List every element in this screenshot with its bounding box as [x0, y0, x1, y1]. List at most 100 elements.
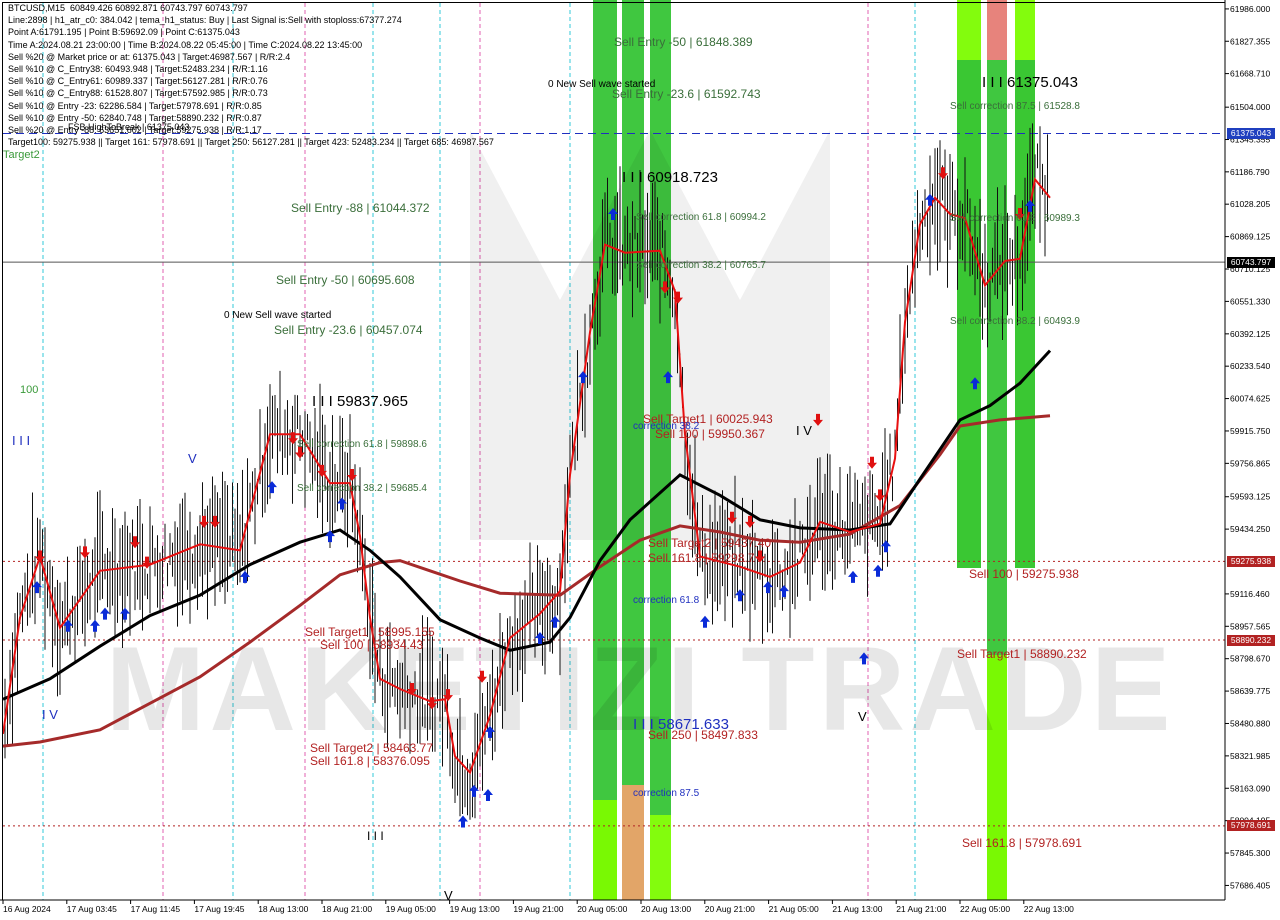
buy-arrow-icon: [120, 607, 130, 620]
price-tick-label: 60392.125: [1230, 329, 1270, 339]
zone-band: [650, 815, 671, 900]
chart-annotation: Sell 100 | 59275.938: [969, 567, 1079, 581]
chart-annotation: I I I: [12, 433, 30, 448]
price-tick-label: 58321.985: [1230, 751, 1270, 761]
chart-annotation: I I I 61375.043: [982, 74, 1078, 91]
chart-annotation: correction 87.5: [633, 788, 700, 799]
info-line: Target100: 59275.938 || Target 161: 5797…: [8, 137, 494, 148]
buy-arrow-icon: [90, 619, 100, 632]
buy-arrow-icon: [240, 570, 250, 583]
chart-annotation: Sell Entry -88 | 61044.372: [291, 201, 430, 215]
buy-arrow-icon: [735, 589, 745, 602]
price-tick-label: 59593.125: [1230, 492, 1270, 502]
price-tick-label: 58480.880: [1230, 718, 1270, 728]
chart-annotation: Sell Entry -23.6 | 61592.743: [612, 87, 761, 101]
price-tick-label: 58163.090: [1230, 783, 1270, 793]
time-tick-label: 19 Aug 13:00: [450, 904, 500, 914]
time-tick-label: 18 Aug 21:00: [322, 904, 372, 914]
price-tick-label: 59116.460: [1230, 589, 1270, 599]
symbol-timeframe: BTCUSD,M15: [8, 3, 66, 13]
price-tick-label: 59915.750: [1230, 426, 1270, 436]
time-tick-label: 17 Aug 03:45: [67, 904, 117, 914]
time-tick-label: 22 Aug 13:00: [1024, 904, 1074, 914]
chart-annotation: 0 New Sell wave started: [224, 310, 331, 321]
sell-arrow-icon: [80, 546, 90, 559]
chart-annotation: Sell correction 87.5 | 61528.8: [950, 101, 1080, 112]
chart-annotation: Sell Entry -50 | 61848.389: [614, 35, 753, 49]
chart-annotation: Sell correction 61.8 | 60989.3: [950, 213, 1080, 224]
price-tick-label: 61668.710: [1230, 69, 1270, 79]
time-tick-label: 20 Aug 21:00: [705, 904, 755, 914]
price-tick-label: 61827.355: [1230, 36, 1270, 46]
chart-annotation: Sell 250 | 58497.833: [648, 728, 758, 742]
buy-arrow-icon: [873, 564, 883, 577]
price-tag: 61375.043: [1227, 127, 1275, 139]
chart-annotation: V: [858, 709, 867, 724]
price-tick-label: 61986.000: [1230, 4, 1270, 14]
sell-arrow-icon: [755, 550, 765, 563]
chart-annotation: Sell 100 | 59950.367: [655, 427, 765, 441]
price-tag: 59275.938: [1227, 555, 1275, 567]
chart-annotation: Sell 161.8 | 57978.691: [962, 836, 1082, 850]
price-tick-label: 57845.300: [1230, 848, 1270, 858]
chart-annotation: Sell correction 38.2 | 60765.7: [636, 260, 766, 271]
info-lines: Line:2898 | h1_atr_c0: 384.042 | tema_h1…: [8, 14, 494, 148]
time-tick-label: 21 Aug 21:00: [896, 904, 946, 914]
sell-arrow-icon: [130, 536, 140, 549]
chart-annotation: Sell correction 38.2 | 59685.4: [297, 483, 427, 494]
watermark-logo: [470, 130, 830, 540]
chart-annotation: 100: [20, 384, 38, 396]
zone-band: [957, 60, 981, 568]
chart-annotation: Sell correction 38.2 | 60493.9: [950, 316, 1080, 327]
price-tick-label: 61186.790: [1230, 167, 1270, 177]
price-tick-label: 59434.250: [1230, 524, 1270, 534]
info-panel: BTCUSD,M15 60849.426 60892.871 60743.797…: [8, 2, 494, 148]
buy-arrow-icon: [483, 789, 493, 802]
info-line: Point A:61791.195 | Point B:59692.09 | P…: [8, 27, 240, 38]
buy-arrow-icon: [763, 581, 773, 594]
price-tick-label: 60233.540: [1230, 361, 1270, 371]
zone-band: [987, 0, 1007, 60]
price-tick-label: 58639.775: [1230, 686, 1270, 696]
price-tick-label: 58957.565: [1230, 621, 1270, 631]
zone-band: [622, 785, 644, 900]
chart-annotation: Sell Target2 | 59437.40: [648, 536, 771, 550]
chart-annotation: Sell 100 | 58934.43: [320, 638, 424, 652]
buy-arrow-icon: [848, 570, 858, 583]
time-tick-label: 16 Aug 2024: [3, 904, 51, 914]
time-tick-label: 21 Aug 13:00: [832, 904, 882, 914]
info-line: Sell %10 @ C_Entry38: 60493.948 | Target…: [8, 64, 268, 75]
time-tick-label: 17 Aug 19:45: [194, 904, 244, 914]
zone-band: [593, 800, 617, 900]
buy-arrow-icon: [100, 607, 110, 620]
price-tick-label: 60551.330: [1230, 296, 1270, 306]
chart-annotation: I I I 59837.965: [312, 393, 408, 410]
chart-annotation: correction 61.8: [633, 595, 700, 606]
info-line: Sell %10 @ C_Entry88: 61528.807 | Target…: [8, 88, 268, 99]
time-tick-label: 21 Aug 05:00: [769, 904, 819, 914]
ohlc-values: 60849.426 60892.871 60743.797 60743.797: [70, 3, 248, 13]
chart-annotation: Sell Entry -23.6 | 60457.074: [274, 323, 423, 337]
price-tick-label: 59756.865: [1230, 458, 1270, 468]
sell-arrow-icon: [210, 515, 220, 528]
chart-annotation: Sell Target1 | 58995.155: [305, 625, 435, 639]
chart-annotation: Sell correction 61.8 | 60994.2: [636, 212, 766, 223]
buy-arrow-icon: [925, 193, 935, 206]
chart-annotation: I I I 60918.723: [622, 169, 718, 186]
chart-annotation: Sell correction 61.8 | 59898.6: [297, 439, 427, 450]
chart-annotation: Sell Entry -50 | 60695.608: [276, 273, 415, 287]
chart-annotation: I V: [42, 707, 58, 722]
watermark: MAKETIZI TRADE: [105, 622, 1174, 756]
info-line: Time A:2024.08.21 23:00:00 | Time B:2024…: [8, 39, 363, 50]
time-tick-label: 20 Aug 05:00: [577, 904, 627, 914]
chart-annotation: Sell 161.8 | 59298.7: [648, 551, 755, 565]
price-tick-label: 60074.625: [1230, 394, 1270, 404]
symbol-header: BTCUSD,M15 60849.426 60892.871 60743.797…: [8, 2, 494, 14]
buy-arrow-icon: [267, 481, 277, 494]
chart-annotation: V: [188, 451, 197, 466]
price-tag: 58890.232: [1227, 634, 1275, 646]
chart-annotation: Sell 161.8 | 58376.095: [310, 754, 430, 768]
price-tick-label: 61504.000: [1230, 102, 1270, 112]
time-tick-label: 17 Aug 11:45: [131, 904, 181, 914]
time-tick-label: 20 Aug 13:00: [641, 904, 691, 914]
